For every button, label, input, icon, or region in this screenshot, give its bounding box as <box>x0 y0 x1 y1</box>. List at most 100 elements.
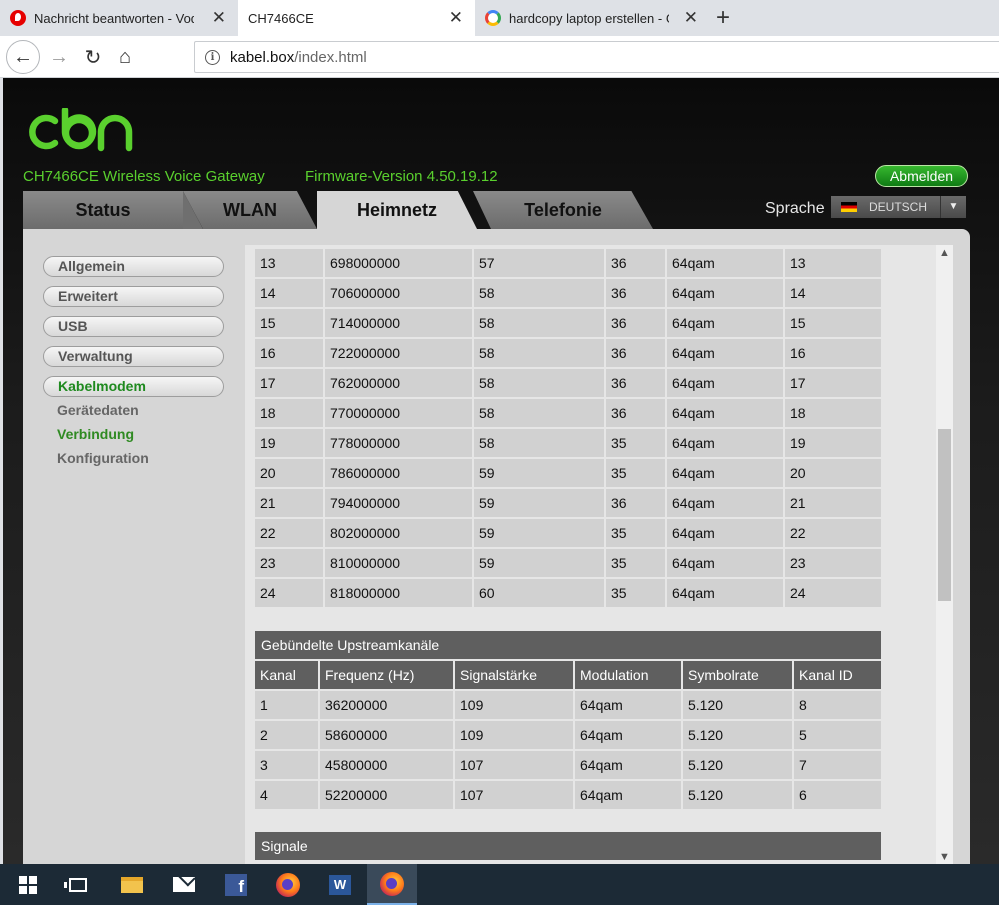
table-cell: 22 <box>255 519 323 547</box>
google-icon <box>485 10 501 26</box>
downstream-row: 17 762000000 58 36 64qam 17 <box>255 369 881 399</box>
address-bar[interactable]: i kabel.box/index.html <box>194 41 999 73</box>
scroll-down-icon[interactable]: ▼ <box>936 849 953 864</box>
table-cell: 36 <box>606 489 665 517</box>
browser-tab-bar: Nachricht beantworten - Vodafone ✕ CH746… <box>0 0 999 36</box>
table-cell: 5 <box>794 721 881 749</box>
close-tab-icon[interactable]: ✕ <box>449 9 463 26</box>
sidebar-subitem-konfiguration[interactable]: Konfiguration <box>57 450 149 466</box>
table-cell: 786000000 <box>325 459 472 487</box>
table-cell: 64qam <box>575 781 681 809</box>
table-cell: 35 <box>606 519 665 547</box>
table-cell: 109 <box>455 691 573 719</box>
table-cell: 58 <box>474 339 604 367</box>
table-cell: 4 <box>255 781 318 809</box>
facebook-icon: f <box>225 873 247 896</box>
file-explorer-button[interactable] <box>107 864 157 905</box>
site-info-icon[interactable]: i <box>205 49 220 65</box>
word-icon: W <box>329 874 351 895</box>
table-cell: 64qam <box>667 249 783 277</box>
facebook-button[interactable]: f <box>211 864 261 905</box>
table-cell: 35 <box>606 459 665 487</box>
downstream-row: 18 770000000 58 36 64qam 18 <box>255 399 881 429</box>
downstream-row: 15 714000000 58 36 64qam 15 <box>255 309 881 339</box>
table-cell: 36 <box>606 309 665 337</box>
device-title: CH7466CE Wireless Voice Gateway <box>23 168 265 185</box>
firefox-active-button[interactable] <box>367 864 417 905</box>
tab-status[interactable]: Status <box>23 191 183 229</box>
forward-arrow-icon[interactable]: → <box>42 40 76 74</box>
sidebar-item-usb[interactable]: USB <box>43 316 224 337</box>
table-cell: 698000000 <box>325 249 472 277</box>
reload-icon[interactable]: ↻ <box>76 40 110 74</box>
table-cell: 58 <box>474 399 604 427</box>
task-view-button[interactable] <box>53 864 103 905</box>
browser-tab-google[interactable]: hardcopy laptop erstellen - Google ✕ <box>475 0 710 36</box>
sidebar-item-allgemein[interactable]: Allgemein <box>43 256 224 277</box>
start-button[interactable] <box>3 864 53 905</box>
browser-tab-vodafone[interactable]: Nachricht beantworten - Vodafone ✕ <box>0 0 238 36</box>
upstream-row: 2 58600000 109 64qam 5.120 5 <box>255 721 881 751</box>
browser-tab-router[interactable]: CH7466CE ✕ <box>238 0 475 36</box>
table-cell: 36 <box>606 369 665 397</box>
table-cell: 24 <box>785 579 881 607</box>
firmware-version: Firmware-Version 4.50.19.12 <box>305 168 498 185</box>
table-cell: 778000000 <box>325 429 472 457</box>
firefox-icon <box>276 872 300 897</box>
table-cell: 23 <box>785 549 881 577</box>
sidebar-item-kabelmodem[interactable]: Kabelmodem <box>43 376 224 397</box>
main-panel: Allgemein Erweitert USB Verwaltung Kabel… <box>23 229 970 864</box>
content-scrollbar[interactable]: ▲ ▼ <box>936 245 953 864</box>
firefox-icon <box>380 871 404 896</box>
home-icon[interactable]: ⌂ <box>108 40 142 74</box>
mail-icon <box>173 877 195 892</box>
table-cell: 5.120 <box>683 751 792 779</box>
table-cell: 18 <box>255 399 323 427</box>
sidebar-subitem-geraetedaten[interactable]: Gerätedaten <box>57 402 139 418</box>
vodafone-icon <box>10 10 26 26</box>
table-cell: 58600000 <box>320 721 453 749</box>
scrollbar-thumb[interactable] <box>938 429 951 601</box>
close-tab-icon[interactable]: ✕ <box>212 9 226 26</box>
table-cell: 64qam <box>575 721 681 749</box>
table-cell: 36 <box>606 279 665 307</box>
table-cell: 15 <box>785 309 881 337</box>
table-cell: 64qam <box>667 279 783 307</box>
new-tab-icon[interactable]: + <box>716 4 730 32</box>
back-arrow-icon[interactable]: ← <box>6 40 40 74</box>
word-button[interactable]: W <box>315 864 365 905</box>
mail-button[interactable] <box>159 864 209 905</box>
table-cell: 8 <box>794 691 881 719</box>
windows-taskbar: f W <box>0 864 999 905</box>
browser-nav-bar: ← → ↻ ⌂ i kabel.box/index.html <box>0 36 999 78</box>
language-select[interactable]: DEUTSCH ▼ <box>831 196 966 218</box>
table-cell: 58 <box>474 279 604 307</box>
table-cell: 35 <box>606 549 665 577</box>
table-cell: 64qam <box>575 751 681 779</box>
firefox-button[interactable] <box>263 864 313 905</box>
tab-wlan[interactable]: WLAN <box>183 191 317 229</box>
table-cell: 64qam <box>667 339 783 367</box>
sidebar-item-verwaltung[interactable]: Verwaltung <box>43 346 224 367</box>
table-cell: 16 <box>255 339 323 367</box>
sidebar-item-erweitert[interactable]: Erweitert <box>43 286 224 307</box>
table-cell: 13 <box>255 249 323 277</box>
table-cell: 18 <box>785 399 881 427</box>
table-cell: 64qam <box>667 459 783 487</box>
chevron-down-icon[interactable]: ▼ <box>940 196 966 218</box>
tab-heimnetz[interactable]: Heimnetz <box>317 191 477 229</box>
sidebar-subitem-verbindung[interactable]: Verbindung <box>57 426 134 442</box>
table-cell: 64qam <box>667 519 783 547</box>
close-tab-icon[interactable]: ✕ <box>684 9 698 26</box>
table-cell: 52200000 <box>320 781 453 809</box>
table-cell: 64qam <box>667 399 783 427</box>
browser-tab-title: hardcopy laptop erstellen - Google <box>509 10 669 26</box>
column-header: Frequenz (Hz) <box>320 661 453 689</box>
table-cell: 2 <box>255 721 318 749</box>
table-cell: 7 <box>794 751 881 779</box>
scroll-up-icon[interactable]: ▲ <box>936 245 953 262</box>
tab-telefonie[interactable]: Telefonie <box>473 191 653 229</box>
table-cell: 64qam <box>667 489 783 517</box>
logout-button[interactable]: Abmelden <box>875 165 968 187</box>
upstream-section-title: Gebündelte Upstreamkanäle <box>255 631 881 659</box>
